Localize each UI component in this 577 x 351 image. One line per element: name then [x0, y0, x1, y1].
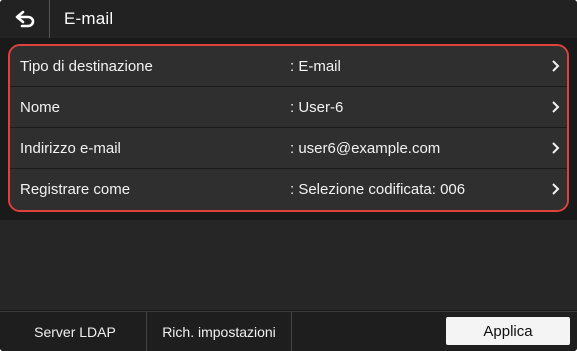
bottom-bar: Server LDAP Rich. impostazioni Applica — [0, 311, 577, 351]
back-arrow-icon — [15, 10, 34, 28]
request-settings-button[interactable]: Rich. impostazioni — [147, 312, 292, 351]
row-label: Tipo di destinazione — [20, 57, 153, 75]
row-destination-type[interactable]: Tipo di destinazione : E-mail — [10, 46, 567, 87]
row-value: : Selezione codificata: 006 — [290, 181, 466, 198]
empty-area — [0, 220, 577, 310]
screen: E-mail Tipo di destinazione : E-mail Nom… — [0, 0, 577, 351]
apply-button[interactable]: Applica — [446, 317, 570, 345]
chevron-right-icon — [552, 101, 560, 113]
chevron-right-icon — [552, 60, 560, 72]
row-value: : User-6 — [290, 98, 344, 116]
row-label: Indirizzo e-mail — [20, 139, 121, 157]
row-label: Nome — [20, 98, 61, 116]
row-name[interactable]: Nome : User-6 — [10, 87, 567, 128]
back-button[interactable] — [0, 0, 50, 38]
row-label: Registrare come — [20, 181, 131, 198]
row-register-as[interactable]: Registrare come : Selezione codificata: … — [10, 169, 567, 210]
row-value: : E-mail — [290, 57, 341, 75]
destination-settings-list: Tipo di destinazione : E-mail Nome : Use… — [8, 44, 569, 212]
chevron-right-icon — [552, 142, 560, 154]
row-value: : user6@example.com — [290, 139, 441, 157]
chevron-right-icon — [552, 183, 560, 195]
row-email-address[interactable]: Indirizzo e-mail : user6@example.com — [10, 128, 567, 169]
page-title: E-mail — [64, 9, 114, 28]
header-bar: E-mail — [0, 0, 577, 38]
ldap-server-button[interactable]: Server LDAP — [4, 312, 147, 351]
